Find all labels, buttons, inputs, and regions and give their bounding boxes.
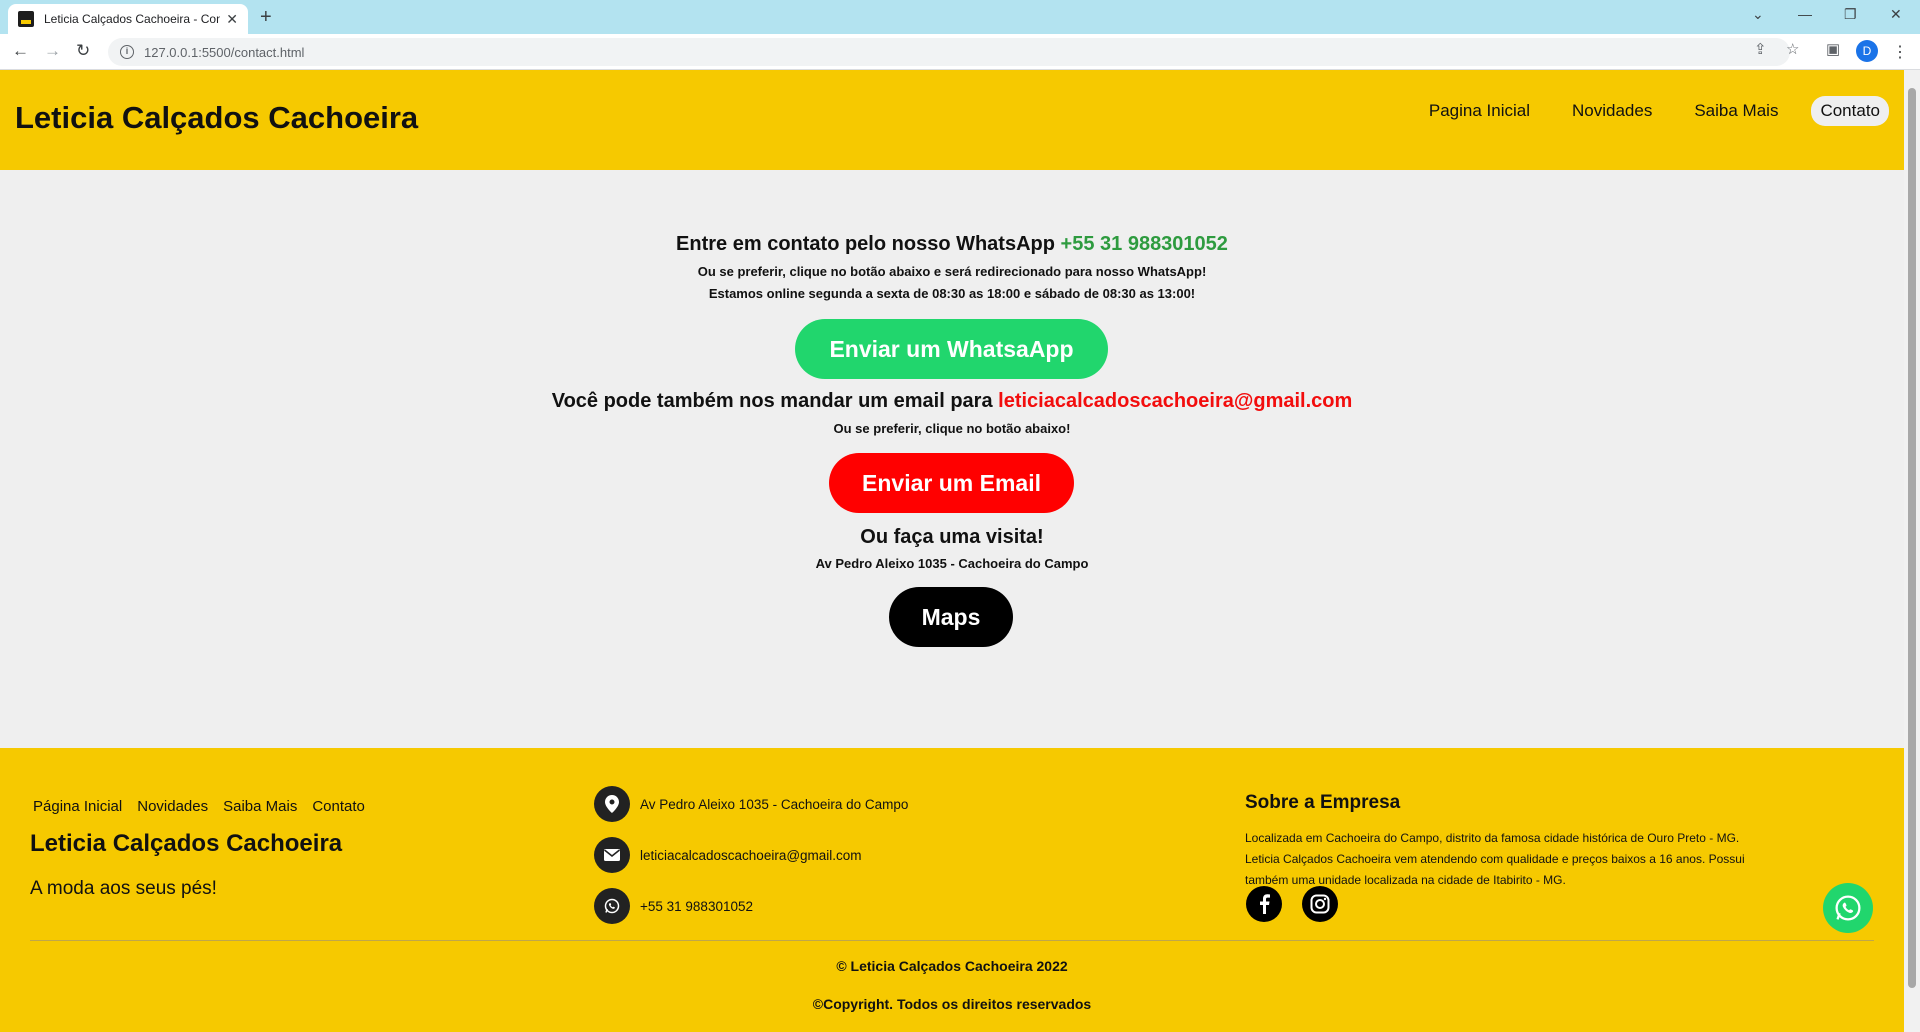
main-nav: Pagina Inicial Novidades Saiba Mais Cont… <box>1420 96 1889 126</box>
about-heading: Sobre a Empresa <box>1245 792 1401 813</box>
footer-phone: +55 31 988301052 <box>640 898 753 914</box>
footer-email-row: leticiacalcadoscachoeira@gmail.com <box>594 837 862 873</box>
email-heading: Você pode também nos mandar um email par… <box>0 390 1904 413</box>
whatsapp-heading: Entre em contato pelo nosso WhatsApp +55… <box>0 233 1904 256</box>
close-window-icon[interactable]: ✕ <box>1890 6 1902 23</box>
footer-brand: Leticia Calçados Cachoeira <box>30 830 343 857</box>
whatsapp-float-icon <box>1835 895 1861 921</box>
site-brand[interactable]: Leticia Calçados Cachoeira <box>15 100 418 136</box>
email-heading-text: Você pode também nos mandar um email par… <box>551 390 999 412</box>
address-bar[interactable]: i 127.0.0.1:5500/contact.html <box>108 38 1790 66</box>
browser-tab-bar: Leticia Calçados Cachoeira - Contato ✕ +… <box>0 0 1920 34</box>
side-panel-icon[interactable]: ▣ <box>1826 40 1840 58</box>
profile-avatar[interactable]: D <box>1856 40 1878 62</box>
whatsapp-heading-text: Entre em contato pelo nosso WhatsApp <box>676 233 1061 255</box>
share-icon[interactable]: ⇪ <box>1754 40 1767 58</box>
scrollbar-thumb[interactable] <box>1908 88 1916 988</box>
instagram-icon[interactable] <box>1302 886 1338 922</box>
envelope-icon <box>594 837 630 873</box>
tab-title: Leticia Calçados Cachoeira - Contato <box>44 12 221 26</box>
footer-tagline: A moda aos seus pés! <box>30 878 217 899</box>
back-icon[interactable]: ← <box>12 41 29 61</box>
copyright-text: © Leticia Calçados Cachoeira 2022 <box>836 958 1068 974</box>
nav-item-novidades[interactable]: Novidades <box>1563 96 1661 126</box>
page-viewport: Leticia Calçados Cachoeira Pagina Inicia… <box>0 70 1904 1032</box>
send-whatsapp-button[interactable]: Enviar um WhatsaApp <box>795 319 1108 379</box>
facebook-icon[interactable] <box>1246 886 1282 922</box>
footer-nav-novidades[interactable]: Novidades <box>137 798 208 815</box>
map-pin-icon <box>594 786 630 822</box>
url-text: 127.0.0.1:5500/contact.html <box>144 44 305 60</box>
floating-whatsapp-button[interactable] <box>1823 883 1873 933</box>
site-info-icon[interactable]: i <box>120 45 134 59</box>
whatsapp-number[interactable]: +55 31 988301052 <box>1061 233 1228 255</box>
footer-nav-pagina-inicial[interactable]: Página Inicial <box>33 798 122 815</box>
footer-phone-row: +55 31 988301052 <box>594 888 753 924</box>
footer-nav-saiba-mais[interactable]: Saiba Mais <box>223 798 297 815</box>
nav-item-saiba-mais[interactable]: Saiba Mais <box>1685 96 1787 126</box>
whatsapp-icon <box>594 888 630 924</box>
visit-address: Av Pedro Aleixo 1035 - Cachoeira do Camp… <box>815 556 1089 571</box>
footer-address-row: Av Pedro Aleixo 1035 - Cachoeira do Camp… <box>594 786 908 822</box>
visit-heading: Ou faça uma visita! <box>860 526 1044 548</box>
forward-icon[interactable]: → <box>44 41 61 61</box>
email-instruction: Ou se preferir, clique no botão abaixo! <box>833 421 1071 436</box>
browser-toolbar: ← → ↻ i 127.0.0.1:5500/contact.html ⇪ ☆ … <box>0 34 1920 70</box>
rights-text: ©Copyright. Todos os direitos reservados <box>812 996 1092 1012</box>
minimize-icon[interactable]: — <box>1798 6 1812 22</box>
new-tab-icon[interactable]: + <box>260 6 272 29</box>
nav-item-contato[interactable]: Contato <box>1811 96 1889 126</box>
tab-search-icon[interactable]: ⌄ <box>1752 6 1764 23</box>
page-scrollbar[interactable] <box>1904 70 1920 1032</box>
footer-email[interactable]: leticiacalcadoscachoeira@gmail.com <box>640 848 862 863</box>
footer-address: Av Pedro Aleixo 1035 - Cachoeira do Camp… <box>640 796 909 812</box>
bookmark-star-icon[interactable]: ☆ <box>1786 40 1799 58</box>
send-email-button[interactable]: Enviar um Email <box>829 453 1074 513</box>
whatsapp-instruction: Ou se preferir, clique no botão abaixo e… <box>697 264 1207 279</box>
site-header: Leticia Calçados Cachoeira Pagina Inicia… <box>0 70 1904 170</box>
browser-menu-icon[interactable]: ⋮ <box>1892 42 1908 62</box>
maps-button[interactable]: Maps <box>889 587 1013 647</box>
nav-item-pagina-inicial[interactable]: Pagina Inicial <box>1420 96 1539 126</box>
browser-tab[interactable]: Leticia Calçados Cachoeira - Contato ✕ <box>8 4 248 34</box>
reload-icon[interactable]: ↻ <box>76 41 90 61</box>
about-text: Localizada em Cachoeira do Campo, distri… <box>1245 831 1745 887</box>
email-address-link[interactable]: leticiacalcadoscachoeira@gmail.com <box>998 390 1352 412</box>
site-favicon-icon <box>18 11 34 27</box>
site-footer: Página Inicial Novidades Saiba Mais Cont… <box>0 748 1904 1032</box>
footer-divider <box>30 940 1874 941</box>
footer-nav-contato[interactable]: Contato <box>312 798 365 815</box>
restore-icon[interactable]: ❐ <box>1844 6 1857 23</box>
opening-hours: Estamos online segunda a sexta de 08:30 … <box>708 286 1196 301</box>
close-tab-icon[interactable]: ✕ <box>226 11 238 28</box>
footer-nav: Página Inicial Novidades Saiba Mais Cont… <box>33 798 365 815</box>
